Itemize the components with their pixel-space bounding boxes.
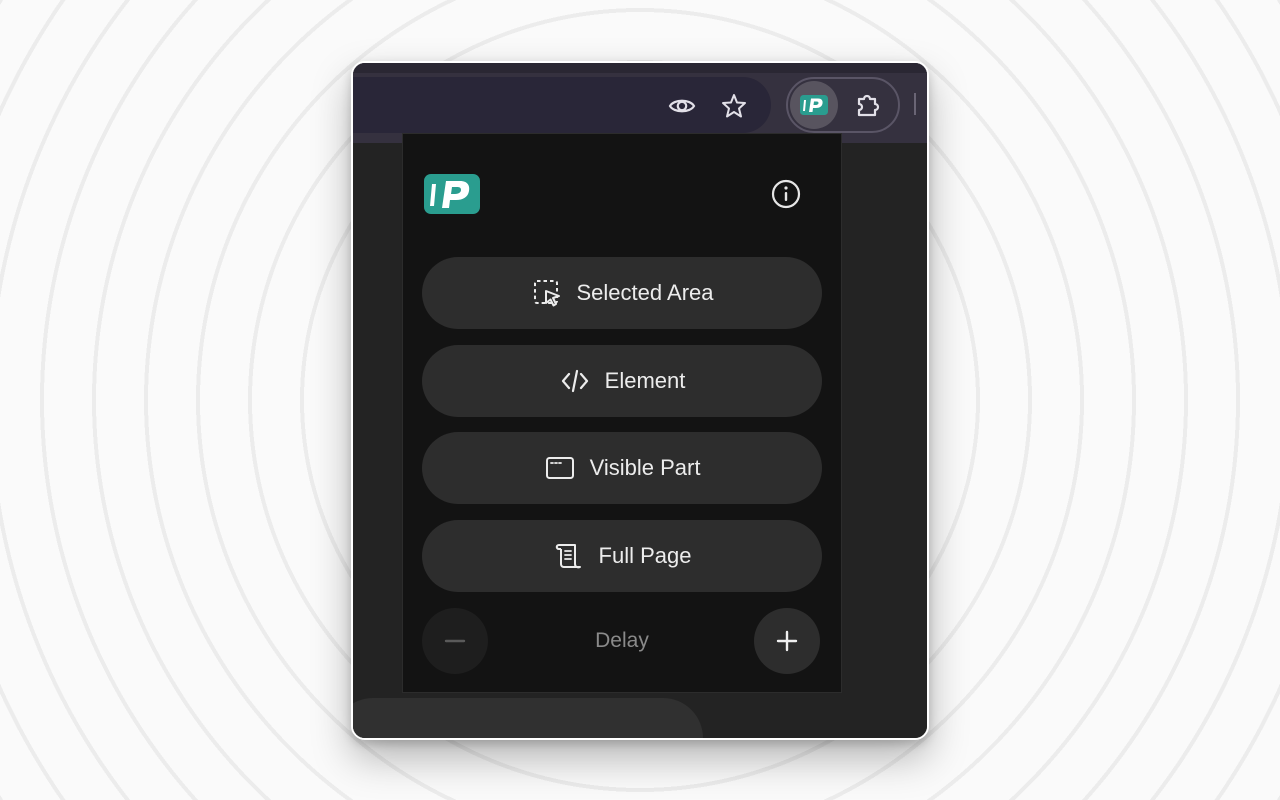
selected-area-button[interactable]: Selected Area (422, 257, 822, 329)
window-icon (544, 452, 576, 484)
delay-label: Delay (595, 629, 649, 652)
tab-strip (353, 63, 927, 73)
element-button[interactable]: Element (422, 345, 822, 417)
plus-icon (776, 630, 798, 652)
page-content-block (353, 698, 703, 738)
scroll-icon (553, 540, 585, 572)
selection-cursor-icon (531, 277, 563, 309)
pixel-logo-icon (424, 174, 480, 214)
star-icon[interactable] (719, 91, 749, 121)
address-bar[interactable] (353, 77, 771, 133)
visible-part-button[interactable]: Visible Part (422, 432, 822, 504)
code-brackets-icon (559, 365, 591, 397)
info-icon[interactable] (769, 177, 803, 211)
pixel-logo-icon (800, 95, 828, 115)
delay-increase-button[interactable] (754, 608, 820, 674)
visible-part-label: Visible Part (589, 455, 701, 480)
extensions-area (786, 77, 900, 133)
full-page-button[interactable]: Full Page (422, 520, 822, 592)
delay-decrease-button[interactable] (422, 608, 488, 674)
eye-icon[interactable] (667, 91, 697, 121)
pixel-extension-button[interactable] (790, 81, 838, 129)
toolbar-divider (914, 93, 916, 115)
minus-icon (444, 639, 466, 643)
browser-toolbar (353, 63, 927, 143)
browser-window: Selected Area Element Visible Part Full … (351, 61, 929, 740)
delay-control: Delay (422, 608, 822, 674)
full-page-label: Full Page (598, 543, 692, 568)
element-label: Element (604, 368, 686, 393)
selected-area-label: Selected Area (576, 280, 714, 305)
puzzle-icon[interactable] (850, 87, 886, 123)
extension-popup: Selected Area Element Visible Part Full … (402, 133, 842, 693)
